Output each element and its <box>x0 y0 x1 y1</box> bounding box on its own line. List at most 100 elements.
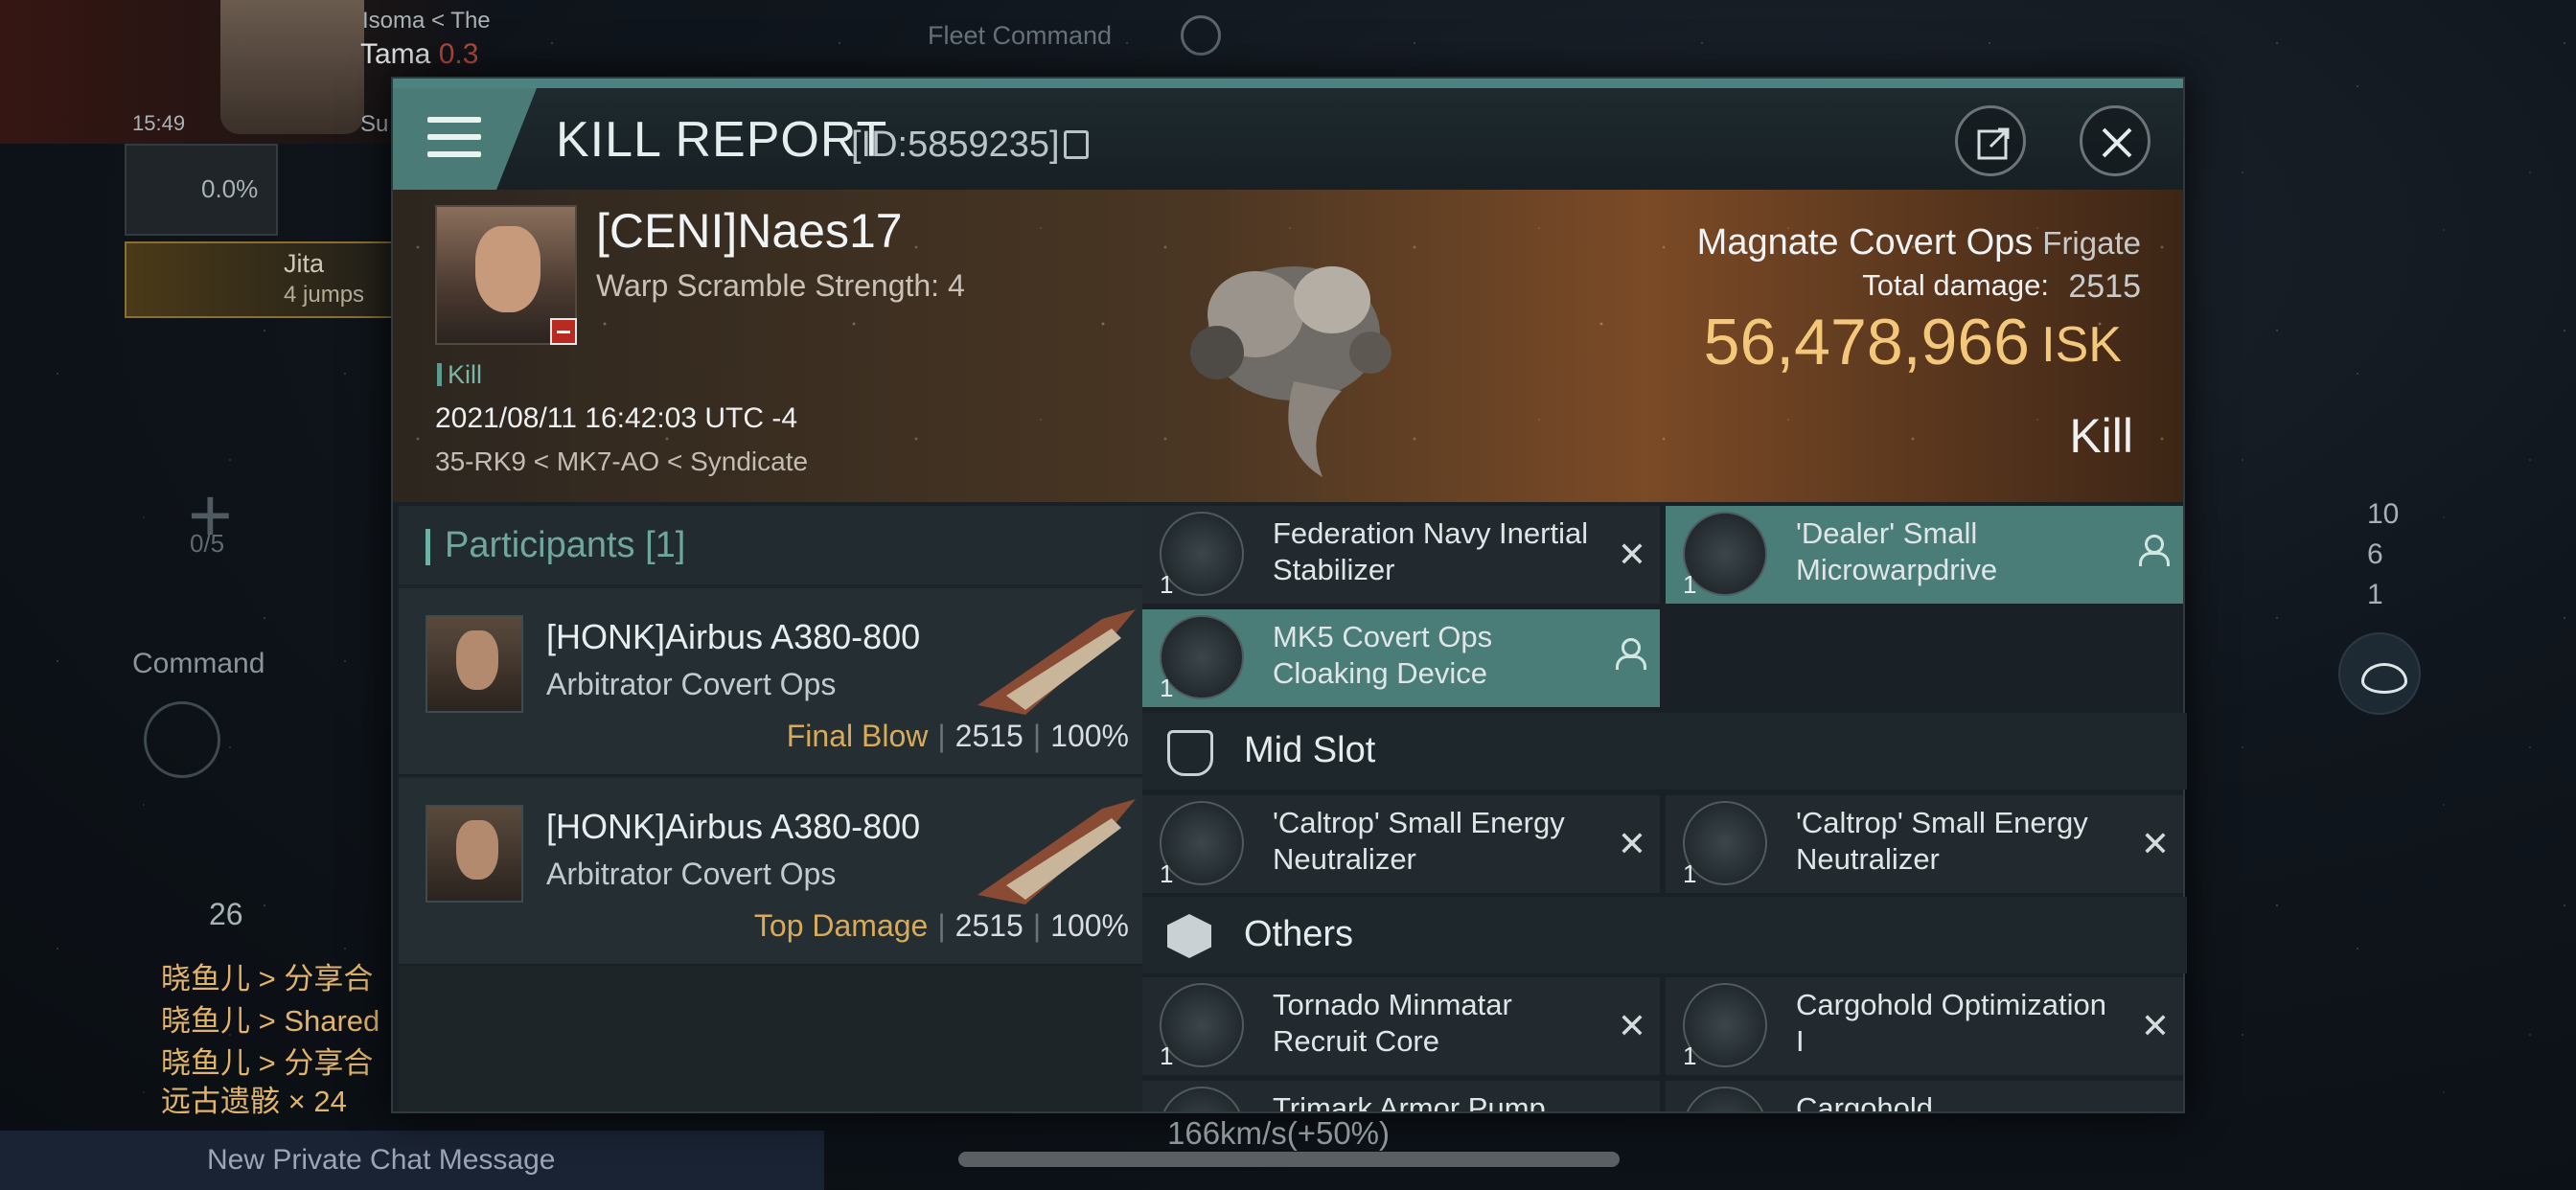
cube-icon <box>1167 914 1211 958</box>
shield-icon <box>1167 730 1213 776</box>
module-item[interactable]: 1 'Caltrop' Small Energy Neutralizer ✕ <box>1666 795 2183 893</box>
module-item[interactable]: 1 'Dealer' Small Microwarpdrive <box>1666 506 2183 604</box>
module-quantity: 1 <box>1160 570 1174 599</box>
module-item[interactable]: 1 'Caltrop' Small Energy Neutralizer ✕ <box>1142 795 1660 893</box>
participant-ship-image <box>978 799 1136 904</box>
participants-header[interactable]: Participants [1] <box>399 506 1142 584</box>
participant-ship-image <box>978 609 1136 715</box>
local-count[interactable]: 26 <box>209 897 243 932</box>
system-name: Tama 0.3 <box>360 38 479 70</box>
victim-banner: [CENI]Naes17 Warp Scramble Strength: 4 K… <box>393 190 2183 502</box>
command-link[interactable]: Command <box>132 648 264 680</box>
close-icon <box>2102 127 2132 158</box>
others-header: Others <box>1142 897 2187 973</box>
module-item[interactable]: 1 Cargohold Optimization I ✕ <box>1666 977 2183 1075</box>
target-icon[interactable] <box>144 701 220 778</box>
cargo-box[interactable]: 0.0% <box>125 144 278 236</box>
participant-ship: Arbitrator Covert Ops <box>546 667 837 701</box>
module-name: Tornado Minmatar Recruit Core <box>1273 988 1512 1058</box>
participant-row[interactable]: [HONK]Airbus A380-800 Arbitrator Covert … <box>399 778 1142 966</box>
module-name: 'Caltrop' Small Energy Neutralizer <box>1273 806 1565 876</box>
destroyed-icon: ✕ <box>2140 824 2170 863</box>
module-item[interactable]: 1 MK5 Covert Ops Cloaking Device <box>1142 609 1660 707</box>
module-item[interactable]: Trimark Armor Pump <box>1142 1081 1660 1111</box>
module-quantity: 1 <box>1683 859 1697 888</box>
menu-icon <box>427 117 481 161</box>
victim-ship-image[interactable] <box>1150 209 1438 487</box>
module-item[interactable]: Cargohold <box>1666 1081 2183 1111</box>
game-screen: Isoma < The Tama 0.3 15:49 Su 0.0% Jita … <box>0 0 2576 1190</box>
system-breadcrumb: Isoma < The <box>362 8 491 34</box>
dialog-accent-bar <box>393 79 2183 88</box>
clock-icon[interactable] <box>1181 15 1221 56</box>
isk-value: 56,478,966 <box>1703 306 2030 378</box>
fleet-command-label[interactable]: Fleet Command <box>928 21 1112 51</box>
share-icon <box>1977 127 2010 160</box>
close-button[interactable] <box>2080 105 2150 176</box>
kill-location[interactable]: 35-RK9 < MK7-AO < Syndicate <box>435 446 808 477</box>
chat-line: 远古遗骸 × 24 <box>161 1085 347 1118</box>
right-count: 10 <box>2367 498 2400 530</box>
dialog-title: KILL REPORT <box>556 112 888 168</box>
warp-scramble-strength: Warp Scramble Strength: 4 <box>596 268 965 303</box>
victim-name[interactable]: [CENI]Naes17 <box>596 203 903 259</box>
participants-panel: Participants [1] [HONK]Airbus A380-800 A… <box>399 506 1142 1111</box>
isk-unit: ISK <box>2041 317 2122 373</box>
kill-report-dialog: KILL REPORT [ID:5859235] [CENI]Naes17 Wa… <box>391 77 2187 1113</box>
participants-label: Participants [1] <box>445 525 686 565</box>
chat-line: 晓鱼儿 > 分享合 <box>161 962 374 995</box>
new-chat-banner[interactable]: New Private Chat Message <box>0 1131 824 1190</box>
total-damage-value: 2515 <box>2068 268 2141 305</box>
speed-readout: 166km/s(+50%) <box>1167 1115 1391 1151</box>
module-name: 'Dealer' Small Microwarpdrive <box>1796 516 1998 586</box>
participant-ship: Arbitrator Covert Ops <box>546 857 837 891</box>
kill-tag: Kill <box>437 360 482 390</box>
autopilot-bar[interactable]: Jita 4 jumps <box>125 241 393 318</box>
module-quantity: 1 <box>1683 570 1697 599</box>
copy-icon[interactable] <box>1064 130 1089 159</box>
destroyed-icon: ✕ <box>1617 535 1646 574</box>
right-count: 1 <box>2367 579 2383 610</box>
chat-line: 晓鱼儿 > Shared <box>161 1004 380 1038</box>
armor-pump-icon <box>1160 1087 1244 1111</box>
module-quantity: 1 <box>1160 859 1174 888</box>
fleet-slots: 0/5 <box>190 529 225 558</box>
dropped-icon <box>1614 638 1646 671</box>
share-button[interactable] <box>1955 105 2026 176</box>
module-name: Cargohold Optimization I <box>1796 988 2106 1058</box>
module-name: Federation Navy Inertial Stabilizer <box>1273 516 1589 586</box>
fitted-modules-panel: 1 Federation Navy Inertial Stabilizer ✕ … <box>1142 506 2187 1111</box>
participant-stats: Top Damage | 2515 | 100% <box>753 908 1129 943</box>
destroyed-icon: ✕ <box>1617 1006 1646 1045</box>
result-label: Kill <box>2069 409 2133 463</box>
module-name: Cargohold <box>1796 1091 1934 1111</box>
dialog-header: KILL REPORT [ID:5859235] <box>393 88 2183 190</box>
module-quantity: 1 <box>1683 1041 1697 1070</box>
participant-portrait <box>426 615 523 713</box>
eye-icon[interactable] <box>2338 632 2421 715</box>
module-name: MK5 Covert Ops Cloaking Device <box>1273 620 1493 690</box>
horizontal-scrollbar[interactable] <box>958 1152 1620 1167</box>
module-item[interactable]: 1 Federation Navy Inertial Stabilizer ✕ <box>1142 506 1660 604</box>
chat-line: 晓鱼儿 > 分享合 <box>161 1046 374 1080</box>
kill-datetime: 2021/08/11 16:42:03 UTC -4 <box>435 402 798 434</box>
menu-button[interactable] <box>393 88 537 190</box>
ship-type[interactable]: Magnate Covert Ops Frigate <box>1697 222 2141 263</box>
participant-row[interactable]: [HONK]Airbus A380-800 Arbitrator Covert … <box>399 588 1142 776</box>
section-label: Mid Slot <box>1244 730 1376 770</box>
module-quantity: 1 <box>1160 674 1174 702</box>
module-name: Trimark Armor Pump <box>1273 1091 1546 1111</box>
cargohold-rig-icon <box>1683 1087 1767 1111</box>
total-damage-label: Total damage: <box>1862 268 2049 302</box>
module-quantity: 1 <box>1160 1041 1174 1070</box>
participant-name: [HONK]Airbus A380-800 <box>546 617 921 656</box>
destroyed-icon: ✕ <box>2140 1006 2170 1045</box>
module-name: 'Caltrop' Small Energy Neutralizer <box>1796 806 2088 876</box>
destroyed-icon: ✕ <box>1617 824 1646 863</box>
security-text: Su <box>360 111 389 137</box>
pilot-avatar[interactable] <box>220 0 364 134</box>
module-item[interactable]: 1 Tornado Minmatar Recruit Core ✕ <box>1142 977 1660 1075</box>
participant-name: [HONK]Airbus A380-800 <box>546 807 921 846</box>
right-count: 6 <box>2367 538 2383 570</box>
hostile-badge-icon <box>550 318 577 345</box>
